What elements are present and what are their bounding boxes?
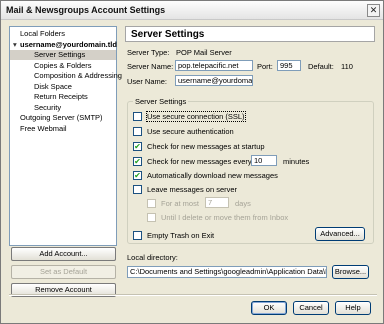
tree-item-label: Return Receipts xyxy=(34,92,88,101)
server-name-label: Server Name: xyxy=(127,62,174,71)
until-delete-box[interactable] xyxy=(147,213,156,222)
tree-item[interactable]: Free Webmail xyxy=(10,124,116,134)
tree-item[interactable]: Disk Space xyxy=(10,82,116,92)
tree-item[interactable]: Local Folders xyxy=(10,29,116,39)
user-name-label: User Name: xyxy=(127,77,168,86)
for-at-most-days-unit: days xyxy=(235,199,251,208)
check-startup-label: Check for new messages at startup xyxy=(147,142,265,151)
advanced-label: Advanced... xyxy=(320,229,360,238)
expand-twisty-icon[interactable]: ▾ xyxy=(13,40,20,50)
title-bar: Mail & Newsgroups Account Settings ✕ xyxy=(1,1,383,20)
tree-item-label: username@yourdomain.tld xyxy=(20,39,117,49)
help-button[interactable]: Help xyxy=(335,301,371,315)
auto-download-box[interactable]: ✔ xyxy=(133,171,142,180)
port-label: Port: xyxy=(257,62,273,71)
tree-item-label: Local Folders xyxy=(20,29,66,38)
ok-label: OK xyxy=(263,303,275,312)
ok-button[interactable]: OK xyxy=(251,301,287,315)
check-interval-field[interactable]: 10 xyxy=(251,155,277,166)
tree-item[interactable]: Return Receipts xyxy=(10,92,116,102)
tree-item-label: Copies & Folders xyxy=(34,60,92,70)
tree-item[interactable]: Outgoing Server (SMTP) xyxy=(10,113,116,123)
footer-divider xyxy=(9,294,377,296)
check-every-label: Check for new messages every xyxy=(147,157,252,166)
tree-item[interactable]: Security xyxy=(10,103,116,113)
add-account-label: Add Account... xyxy=(39,249,88,258)
browse-label: Browse... xyxy=(334,267,367,276)
cancel-button[interactable]: Cancel xyxy=(293,301,329,315)
tree-item-label: Server Settings xyxy=(34,50,86,59)
for-at-most-days-field[interactable]: 7 xyxy=(205,197,229,208)
remove-account-label: Remove Account xyxy=(35,285,92,294)
server-settings-group-title: Server Settings xyxy=(133,97,189,106)
local-directory-field[interactable]: C:\Documents and Settings\googleadmin\Ap… xyxy=(127,266,327,278)
browse-button[interactable]: Browse... xyxy=(332,265,369,279)
leave-on-server-box[interactable] xyxy=(133,185,142,194)
check-interval-unit: minutes xyxy=(283,157,310,166)
default-port-value: 110 xyxy=(341,62,353,71)
auto-download-label: Automatically download new messages xyxy=(147,171,278,180)
empty-trash-label: Empty Trash on Exit xyxy=(147,231,215,240)
set-as-default-label: Set as Default xyxy=(39,267,88,276)
for-at-most-box[interactable] xyxy=(147,199,156,208)
check-startup-box[interactable]: ✔ xyxy=(133,142,142,151)
help-label: Help xyxy=(345,303,361,312)
tree-item-label: Outgoing Server (SMTP) xyxy=(20,113,103,122)
account-tree[interactable]: Local Folders ▾ username@yourdomain.tld Ser… xyxy=(9,26,122,246)
server-type-value: POP Mail Server xyxy=(176,48,232,57)
port-field[interactable]: 995 xyxy=(277,60,301,71)
use-ssl-label: Use secure connection (SSL) xyxy=(146,111,246,122)
set-as-default-button[interactable]: Set as Default xyxy=(11,265,116,279)
user-name-field[interactable]: username@yourdomain. xyxy=(175,75,253,86)
leave-on-server-label: Leave messages on server xyxy=(147,185,238,194)
tree-item-label: Free Webmail xyxy=(20,123,67,133)
server-name-field[interactable]: pop.telepacific.net xyxy=(175,60,253,71)
secure-auth-box[interactable] xyxy=(133,127,142,136)
tree-item-label: Composition & Addressing xyxy=(34,71,122,80)
empty-trash-box[interactable] xyxy=(133,231,142,240)
secure-auth-label: Use secure authentication xyxy=(147,127,234,136)
tree-item[interactable]: Composition & Addressing xyxy=(10,71,122,81)
advanced-button[interactable]: Advanced... xyxy=(315,227,365,241)
panel-header: Server Settings xyxy=(125,26,375,42)
cancel-label: Cancel xyxy=(299,303,323,312)
check-every-box[interactable]: ✔ xyxy=(133,157,142,166)
account-settings-window: Mail & Newsgroups Account Settings ✕ Loc… xyxy=(0,0,384,324)
use-ssl-box[interactable] xyxy=(133,112,142,121)
default-port-label: Default: xyxy=(308,62,334,71)
tree-item[interactable]: Server Settings xyxy=(10,50,116,60)
panel-title: Server Settings xyxy=(131,29,205,40)
tree-item[interactable]: Copies & Folders xyxy=(10,61,116,71)
add-account-button[interactable]: Add Account... xyxy=(11,247,116,261)
until-delete-label: Until I delete or move them from Inbox xyxy=(161,213,289,222)
tree-item-label: Security xyxy=(34,102,62,112)
for-at-most-label: For at most xyxy=(161,199,199,208)
local-directory-label: Local directory: xyxy=(127,253,178,262)
tree-item-label: Disk Space xyxy=(34,81,72,91)
server-type-label: Server Type: xyxy=(127,48,170,57)
window-title: Mail & Newsgroups Account Settings xyxy=(6,5,166,15)
tree-item[interactable]: ▾ username@yourdomain.tld xyxy=(10,39,117,50)
close-button[interactable]: ✕ xyxy=(367,4,380,17)
